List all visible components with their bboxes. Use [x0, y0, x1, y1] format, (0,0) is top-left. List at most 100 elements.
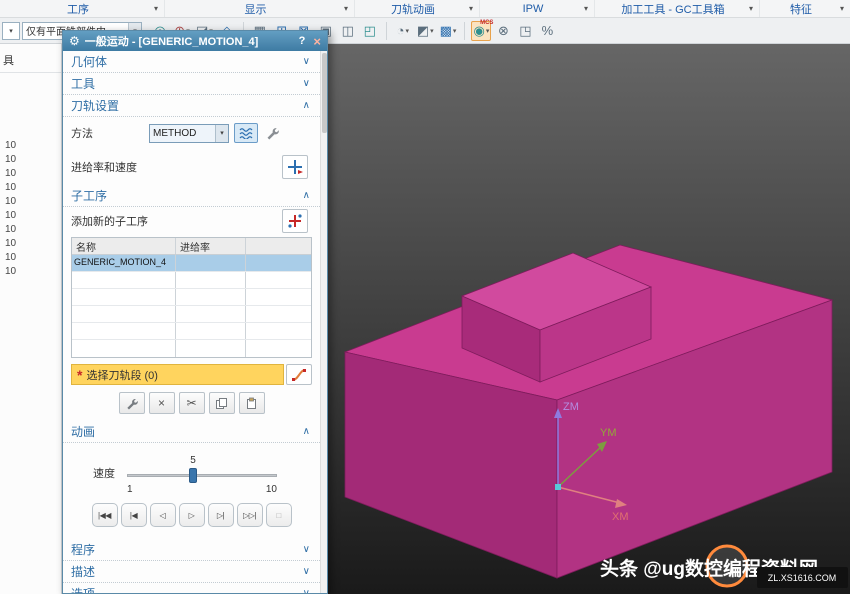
scrollbar-thumb[interactable]	[322, 53, 327, 133]
navigator-cell[interactable]: 10	[5, 210, 16, 221]
chevron-up-icon[interactable]: ∧	[303, 190, 310, 201]
navigator-cell[interactable]: 10	[5, 266, 16, 277]
navigator-cell[interactable]: 10	[5, 238, 16, 249]
allowance-icon[interactable]: %	[537, 21, 557, 41]
method-combo[interactable]: METHOD ▾	[149, 124, 229, 143]
section-description[interactable]: 描述 ∨	[63, 561, 320, 583]
navigator-cell[interactable]: 10	[5, 154, 16, 165]
menu-toolpath-animation[interactable]: 刀轨动画 ▾	[355, 0, 480, 17]
help-button[interactable]: ?	[299, 35, 306, 47]
menu-display[interactable]: 显示 ▾	[165, 0, 355, 17]
section-animation[interactable]: 动画 ∧	[63, 421, 320, 443]
section-label: 子工序	[71, 187, 107, 204]
delete-button[interactable]: ×	[149, 392, 175, 414]
nx-cam-window: 工序 ▾ 显示 ▾ 刀轨动画 ▾ IPW ▾ 加工工具 - GC工具箱 ▾ 特征…	[0, 0, 850, 594]
cut-scissors-button[interactable]: ✂	[179, 392, 205, 414]
split-view-icon[interactable]: ◫	[338, 21, 358, 41]
layers-icon[interactable]: ◰	[360, 21, 380, 41]
chevron-down-icon[interactable]: ▾	[154, 4, 158, 13]
dialog-titlebar[interactable]: ⚙ 一般运动 - [GENERIC_MOTION_4] ? ×	[63, 31, 327, 51]
sphere-display-icon[interactable]: ◔▾	[393, 21, 413, 41]
navigator-cell[interactable]: 10	[5, 168, 16, 179]
column-header-blank	[246, 238, 311, 254]
stop-button[interactable]: □	[266, 503, 292, 527]
chevron-down-icon[interactable]: ▾	[749, 4, 753, 13]
cube-display-icon[interactable]: ◩▾	[415, 21, 436, 41]
feeds-and-speeds-icon[interactable]	[282, 155, 308, 179]
table-row[interactable]	[72, 323, 311, 340]
chevron-up-icon[interactable]: ∧	[303, 100, 310, 111]
column-header-feed[interactable]: 进给率	[176, 238, 246, 254]
corner-display-icon[interactable]: ◳	[515, 21, 535, 41]
menu-machining-tools[interactable]: 加工工具 - GC工具箱 ▾	[595, 0, 760, 17]
navigator-cell[interactable]: 10	[5, 182, 16, 193]
graphics-viewport[interactable]: ZM YM XM 头条 @ug数控编程资料网 ZL.XS1616.COM	[328, 44, 850, 594]
play-backward-button[interactable]: ◁	[150, 503, 176, 527]
edit-wrench-button[interactable]	[119, 392, 145, 414]
section-sub-operation[interactable]: 子工序 ∧	[63, 185, 320, 207]
slider-handle[interactable]	[189, 468, 197, 483]
chevron-down-icon[interactable]: ▾	[584, 4, 588, 13]
navigator-cell[interactable]: 10	[5, 140, 16, 151]
section-label: 几何体	[71, 53, 107, 70]
chevron-down-icon[interactable]: ▾	[344, 4, 348, 13]
navigator-cell[interactable]: 10	[5, 252, 16, 263]
column-header-name[interactable]: 名称	[72, 238, 176, 254]
section-options[interactable]: 选项 ∨	[63, 583, 320, 593]
table-row[interactable]: GENERIC_MOTION_4	[72, 255, 311, 272]
menu-label: 刀轨动画	[361, 1, 465, 17]
play-forward-button[interactable]: ▷	[179, 503, 205, 527]
section-label: 程序	[71, 541, 95, 558]
navigator-cell[interactable]: 10	[5, 196, 16, 207]
menu-label: 特征	[766, 1, 836, 17]
dialog-scrollbar[interactable]	[320, 51, 327, 593]
step-forward-button[interactable]: ▷|	[208, 503, 234, 527]
feed-table-icon[interactable]	[234, 123, 258, 143]
speed-slider[interactable]: 5 1 10	[127, 457, 277, 497]
collapsed-combo[interactable]: ▾	[2, 22, 20, 40]
section-program[interactable]: 程序 ∨	[63, 539, 320, 561]
toolbar-separator	[386, 22, 387, 40]
section-geometry[interactable]: 几何体 ∨	[63, 51, 320, 73]
table-row[interactable]	[72, 340, 311, 357]
chevron-down-icon[interactable]: ∨	[303, 566, 310, 577]
menu-label: 加工工具 - GC工具箱	[601, 1, 745, 17]
menu-operation[interactable]: 工序 ▾	[0, 0, 165, 17]
go-to-start-button[interactable]: |◀◀	[92, 503, 118, 527]
copy-button[interactable]	[209, 392, 235, 414]
select-segment-prompt[interactable]: * 选择刀轨段 (0)	[71, 364, 284, 385]
speed-min: 1	[127, 484, 133, 495]
section-tool[interactable]: 工具 ∨	[63, 73, 320, 95]
go-to-end-button[interactable]: ▷▷|	[237, 503, 263, 527]
cross-display-icon[interactable]: ⊗	[493, 21, 513, 41]
slider-track[interactable]	[127, 474, 277, 477]
chevron-down-icon[interactable]: ▾	[840, 4, 844, 13]
chevron-down-icon[interactable]: ∨	[303, 544, 310, 555]
add-sub-operation-icon[interactable]	[282, 209, 308, 233]
section-toolpath-settings[interactable]: 刀轨设置 ∧	[63, 95, 320, 117]
navigator-cell[interactable]: 10	[5, 224, 16, 235]
menu-features[interactable]: 特征 ▾	[760, 0, 850, 17]
speed-block: 速度 5 1 10	[63, 443, 320, 499]
chevron-up-icon[interactable]: ∧	[303, 426, 310, 437]
table-row[interactable]	[72, 272, 311, 289]
chevron-down-icon[interactable]: ∨	[303, 56, 310, 67]
table-row[interactable]	[72, 306, 311, 323]
step-back-button[interactable]: |◀	[121, 503, 147, 527]
chevron-down-icon[interactable]: ∨	[303, 78, 310, 89]
table-header-row: 名称 进给率	[72, 238, 311, 255]
sub-operation-table: 名称 进给率 GENERIC_MOTION_4	[71, 237, 312, 358]
add-sub-operation-row: 添加新的子工序	[63, 207, 320, 235]
mcs-display-icon[interactable]: ◉▾MCS	[471, 21, 491, 41]
paste-button[interactable]	[239, 392, 265, 414]
hatch-display-icon[interactable]: ▩▾	[438, 21, 459, 41]
sub-operation-name: GENERIC_MOTION_4	[72, 255, 176, 271]
select-segment-row: * 选择刀轨段 (0)	[71, 364, 312, 385]
table-row[interactable]	[72, 289, 311, 306]
menu-ipw[interactable]: IPW ▾	[480, 0, 595, 17]
edit-method-wrench-icon[interactable]	[261, 123, 283, 143]
chevron-down-icon[interactable]: ▾	[469, 4, 473, 13]
chevron-down-icon[interactable]: ∨	[303, 588, 310, 593]
path-segment-curve-icon[interactable]	[286, 364, 312, 385]
close-button[interactable]: ×	[313, 34, 321, 49]
